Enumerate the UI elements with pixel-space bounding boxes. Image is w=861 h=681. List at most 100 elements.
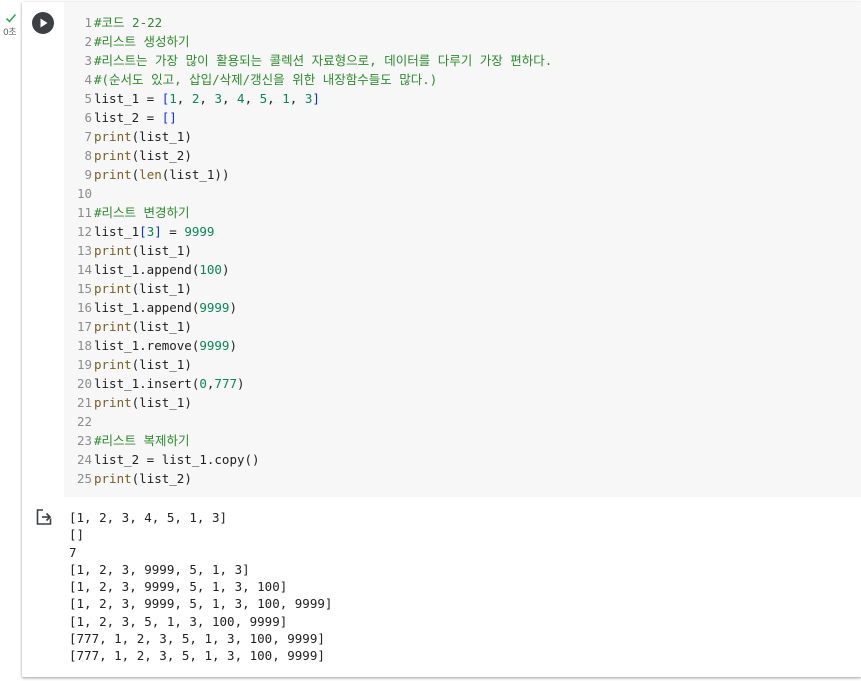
code-line: 25 print(list_2)	[64, 469, 861, 488]
code-text: print(len(list_1))	[94, 165, 229, 184]
code-token: [	[139, 224, 147, 239]
run-cell-button[interactable]	[32, 12, 54, 34]
code-line: 14 list_1.append(100)	[64, 260, 861, 279]
code-text: print(list_2)	[94, 469, 192, 488]
output-line: [1, 2, 3, 9999, 5, 1, 3]	[69, 561, 250, 577]
line-number: 17	[76, 319, 92, 334]
code-token: (list_1)	[131, 395, 192, 410]
code-line: 12 list_1[3] = 9999	[64, 222, 861, 241]
code-line: 6 list_2 = []	[64, 108, 861, 127]
code-token: 9999	[184, 224, 215, 239]
output-line: [777, 1, 2, 3, 5, 1, 3, 100, 9999]	[69, 648, 325, 664]
output-line: []	[69, 527, 85, 543]
code-token: list_1 =	[94, 91, 162, 106]
code-line: 19 print(list_1)	[64, 355, 861, 374]
line-number: 14	[76, 262, 92, 277]
line-number: 3	[84, 53, 92, 68]
check-icon	[5, 13, 17, 23]
code-token: 9999	[199, 338, 230, 353]
code-token: print	[94, 357, 132, 372]
code-token: ]	[312, 91, 320, 106]
code-token: print	[94, 129, 132, 144]
code-line: 17 print(list_1)	[64, 317, 861, 336]
code-token: )	[237, 376, 245, 391]
line-number: 21	[76, 395, 92, 410]
line-number: 1	[84, 15, 92, 30]
code-text: print(list_1)	[94, 241, 192, 260]
code-token: 4	[237, 91, 245, 106]
code-text: #리스트 변경하기	[94, 203, 190, 222]
code-lines: 1 #코드 2-22 2 #리스트 생성하기 3 #리스트는 가장 많이 활용되는 콜렉션…	[64, 13, 861, 488]
code-text: list_1.append(100)	[94, 260, 229, 279]
code-token: list_1.append(	[94, 300, 200, 315]
code-editor[interactable]: 1 #코드 2-22 2 #리스트 생성하기 3 #리스트는 가장 많이 활용되는 콜렉션…	[64, 2, 861, 497]
line-number: 18	[76, 338, 92, 353]
code-token: ,	[244, 91, 260, 106]
line-number: 15	[76, 281, 92, 296]
line-number: 2	[84, 34, 92, 49]
code-cell[interactable]: 1 #코드 2-22 2 #리스트 생성하기 3 #리스트는 가장 많이 활용되는 콜렉션…	[22, 2, 861, 677]
cell-output: [1, 2, 3, 4, 5, 1, 3][] 7 [1, 2, 3, 9999, …	[22, 497, 861, 677]
code-text: list_1.insert(0,777)	[94, 374, 245, 393]
code-line: 4 #(순서도 있고, 삽입/삭제/갱신을 위한 내장함수들도 많다.)	[64, 70, 861, 89]
code-token: (list_2)	[131, 148, 192, 163]
code-token: ]	[154, 224, 162, 239]
code-line: 23 #리스트 복제하기	[64, 431, 861, 450]
notebook-page: 0초 1 #코드 2-22 2 #리스트 생성하기 3 #리스트는 가장 많이 활용되는 …	[0, 0, 861, 681]
line-number: 13	[76, 243, 92, 258]
code-text: print(list_2)	[94, 146, 192, 165]
cell-gutter: 0초	[0, 0, 22, 681]
code-token: 0	[199, 376, 207, 391]
code-text: #리스트는 가장 많이 활용되는 콜렉션 자료형으로, 데이터를 다루기 가장 …	[94, 51, 552, 70]
code-line: 1 #코드 2-22	[64, 13, 861, 32]
code-line: 11 #리스트 변경하기	[64, 203, 861, 222]
code-text: list_2 = []	[94, 108, 177, 127]
code-text: list_1.remove(9999)	[94, 336, 237, 355]
code-token: print	[94, 395, 132, 410]
output-line: [1, 2, 3, 4, 5, 1, 3]	[69, 510, 228, 525]
code-line: 16 list_1.append(9999)	[64, 298, 861, 317]
code-token: print	[94, 319, 132, 334]
execution-time: 0초	[3, 28, 17, 38]
line-number: 19	[76, 357, 92, 372]
code-token: ,	[221, 91, 238, 106]
code-token: (list_1)	[131, 129, 192, 144]
code-token: print	[94, 471, 132, 486]
code-token: =	[161, 224, 185, 239]
code-token: )	[229, 338, 237, 353]
code-token: ,	[199, 91, 215, 106]
code-text: list_1 = [1, 2, 3, 4, 5, 1, 3]	[94, 89, 320, 108]
code-area: 1 #코드 2-22 2 #리스트 생성하기 3 #리스트는 가장 많이 활용되는 콜렉션…	[22, 2, 861, 497]
code-text: print(list_1)	[94, 355, 192, 374]
code-line: 10	[64, 184, 861, 203]
line-number: 9	[84, 167, 92, 182]
code-token: (list_1)	[131, 357, 192, 372]
code-token: ,	[289, 91, 305, 106]
code-token: 1	[282, 91, 290, 106]
code-text: list_2 = list_1.copy()	[94, 450, 260, 469]
line-number: 16	[76, 300, 92, 315]
code-token: list_2 = list_1.copy()	[94, 452, 260, 467]
code-token: (list_2)	[131, 471, 192, 486]
code-token: list_1.insert(	[94, 376, 200, 391]
code-token: list_1.append(	[94, 262, 200, 277]
line-number: 6	[84, 110, 92, 125]
code-token: )	[221, 262, 230, 277]
line-number: 5	[84, 91, 92, 106]
line-number: 4	[84, 72, 92, 87]
code-token: len	[139, 167, 162, 182]
output-redirect-icon[interactable]	[34, 507, 54, 527]
code-token: print	[94, 148, 132, 163]
code-token: list_2 =	[94, 110, 162, 125]
code-token: (list_1)	[131, 243, 192, 258]
code-line: 7 print(list_1)	[64, 127, 861, 146]
code-text: #코드 2-22	[94, 13, 162, 32]
code-token: list_1.remove(	[94, 338, 200, 353]
code-token: list_1	[94, 224, 140, 239]
line-number: 10	[76, 186, 92, 201]
code-token: #리스트는 가장 많이 활용되는 콜렉션 자료형으로, 데이터를 다루기 가장 …	[94, 53, 553, 68]
code-token: #리스트 복제하기	[94, 433, 190, 448]
code-token: #리스트 변경하기	[94, 205, 190, 220]
output-line: [1, 2, 3, 9999, 5, 1, 3, 100, 9999]	[69, 596, 333, 612]
line-number: 20	[76, 376, 92, 391]
